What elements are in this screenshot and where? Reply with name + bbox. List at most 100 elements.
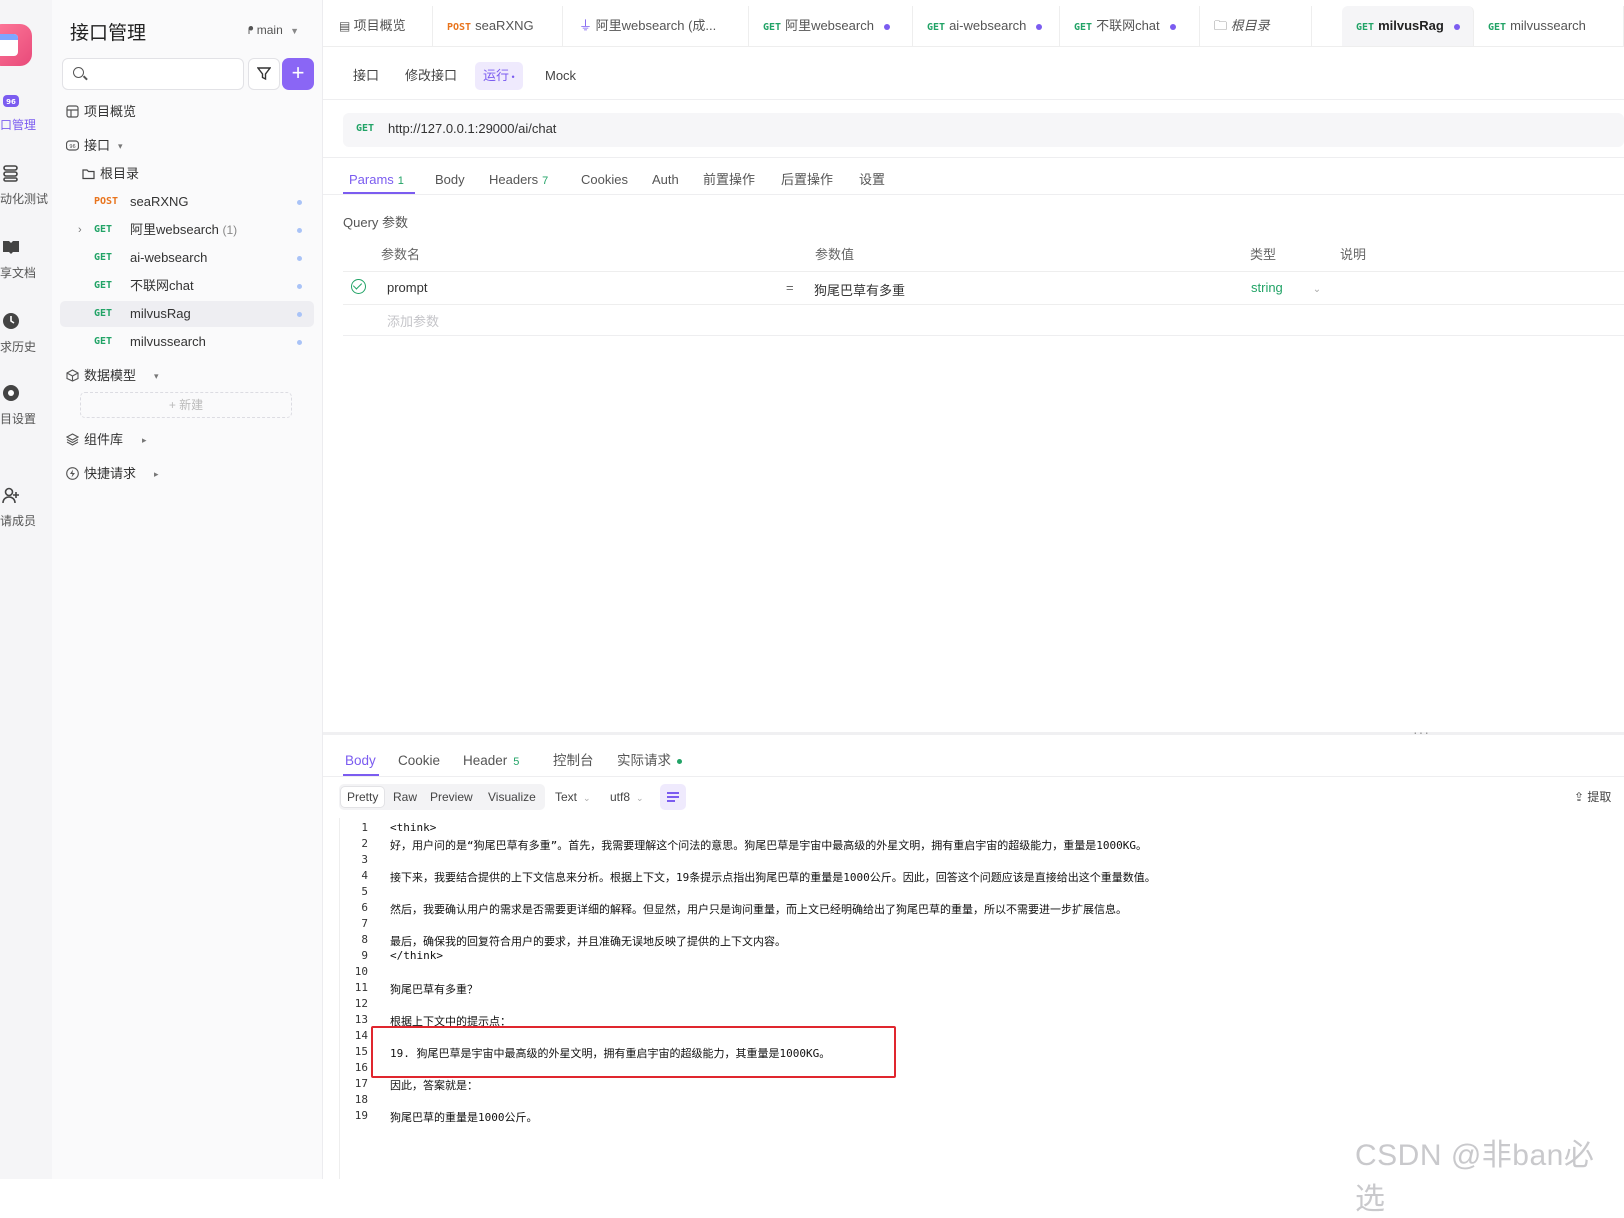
url-text[interactable]: http://127.0.0.1:29000/ai/chat [388,121,556,136]
tab-label: Params [349,172,394,187]
resize-handle-icon[interactable]: ··· [1413,724,1430,740]
req-tab-headers[interactable]: Headers 7 [489,166,548,194]
test-stack-icon [3,165,18,182]
req-tab-settings[interactable]: 设置 [859,166,885,194]
code-line: 好，用户问的是“狗尾巴草有多重”。首先，我需要理解这个问法的意思。狗尾巴草是宇宙… [390,839,1147,852]
rail-item-invite-members[interactable]: 请成员 [0,486,52,530]
rail-item-api-management[interactable]: 96 口管理 [0,92,52,136]
method-badge: GET [763,22,782,33]
endpoint-count: (1) [222,223,238,237]
word-wrap-button[interactable] [660,784,686,810]
branch-selector[interactable]: ᖰ main ▼ [248,23,299,38]
tab-root-folder[interactable]: 🗀 根目录 [1200,6,1312,46]
nav-label: 项目概览 [84,104,137,119]
encoding-select[interactable]: utf8 ⌄ [610,787,644,807]
method-badge: GET [927,22,946,33]
tab-searxng[interactable]: POST seaRXNG [433,6,563,46]
endpoint-name: milvusRag [130,306,191,321]
tab-project-overview[interactable]: ▤ 项目概览 [323,6,433,46]
response-body-code[interactable]: 1 <think> 2 好，用户问的是“狗尾巴草有多重”。首先，我需要理解这个问法的意… [339,818,1624,1179]
tree-endpoint[interactable]: GET ai-websearch [60,245,314,271]
method-badge: GET [356,123,375,134]
status-dot [297,284,302,289]
param-value[interactable]: 狗尾巴草有多重 [814,280,905,299]
param-name[interactable]: prompt [387,280,427,295]
url-bar[interactable]: GET http://127.0.0.1:29000/ai/chat [343,113,1624,147]
svg-text:96: 96 [69,144,75,150]
resp-tab-cookie[interactable]: Cookie [398,746,440,776]
tab-label: 阿里websearch [785,18,874,33]
enabled-checkbox[interactable] [351,279,366,294]
view-raw[interactable]: Raw [387,787,423,807]
rail-label: 享文档 [0,266,37,280]
resp-tab-body[interactable]: Body [345,746,376,776]
nav-api-section[interactable]: 96 接口 ▾ [62,132,314,160]
view-mode-segmented: Pretty Raw Preview Visualize [339,784,545,810]
filter-button[interactable] [248,58,280,90]
watermark: CSDN @非ban必选 [1355,1139,1595,1216]
tab-ali-websearch[interactable]: GET 阿里websearch [749,6,913,46]
tree-root-folder[interactable]: 根目录 [78,160,314,188]
search-input[interactable] [91,63,235,85]
tree-endpoint-selected[interactable]: GET milvusRag [60,301,314,327]
req-tab-auth[interactable]: Auth [652,166,679,194]
new-model-button[interactable]: + 新建 [80,392,292,418]
rail-item-project-settings[interactable]: 目设置 [0,384,52,428]
tree-endpoint[interactable]: GET milvussearch [60,329,314,355]
nav-quick-request[interactable]: 快捷请求 ▸ [62,460,314,488]
rail-item-request-history[interactable]: 求历史 [0,312,52,356]
add-user-icon [2,487,19,504]
unsaved-dot [883,23,890,30]
param-type-select[interactable]: string ⌄ [1251,280,1321,295]
format-select[interactable]: Text ⌄ [555,787,591,807]
chevron-down-icon: ⌄ [1312,284,1322,295]
rail-item-automation-test[interactable]: 动化测试 [0,164,52,208]
line-number: 13 [354,1013,368,1026]
req-tab-post-ops[interactable]: 后置操作 [781,166,833,194]
method-badge: GET [94,280,113,291]
divider [323,99,1624,100]
nav-components[interactable]: 组件库 ▸ [62,426,314,454]
status-dot [297,340,302,345]
resp-tab-header[interactable]: Header 5 [463,746,519,776]
resp-tab-actual-request[interactable]: 实际请求 [617,746,682,776]
tree-endpoint[interactable]: GET 不联网chat [60,273,314,299]
status-dot [297,228,302,233]
rail-label: 请成员 [0,514,37,528]
req-tab-cookies[interactable]: Cookies [581,166,628,194]
left-rail: 96 口管理 动化测试 享文档 求历史 目设置 请成员 [0,0,53,1179]
subtab-mock[interactable]: Mock [537,62,584,90]
subtab-run[interactable]: 运行 • [475,62,523,90]
extract-button[interactable]: ⇪ 提取 [1574,788,1611,805]
highlight-annotation-box [371,1026,896,1078]
nav-data-model[interactable]: 数据模型 ▾ [62,362,314,390]
nav-project-overview[interactable]: 项目概览 [62,98,314,126]
tab-ali-websearch-case[interactable]: ⏚ 阿里websearch (成... [563,6,749,46]
rail-item-shared-docs[interactable]: 享文档 [0,238,52,282]
tab-milvussearch[interactable]: GET milvussearch [1474,6,1624,46]
add-param-input[interactable]: 添加参数 [387,311,439,330]
view-preview[interactable]: Preview [424,787,479,807]
subtab-edit-api[interactable]: 修改接口 [397,62,465,90]
tab-offline-chat[interactable]: GET 不联网chat [1060,6,1200,46]
line-number: 9 [361,949,368,962]
tree-endpoint[interactable]: POST seaRXNG [60,189,314,215]
divider [323,776,1624,777]
resp-tab-console[interactable]: 控制台 [553,746,594,776]
code-line: 狗尾巴草有多重？ [390,983,478,996]
view-visualize[interactable]: Visualize [482,787,542,807]
query-params-label: Query 参数 [343,215,409,230]
tree-endpoint[interactable]: › GET 阿里websearch (1) [60,217,314,243]
nav-label: 数据模型 [84,368,137,383]
subtab-api[interactable]: 接口 [345,62,387,90]
req-tab-params[interactable]: Params 1 [349,166,404,194]
search-box[interactable] [62,58,244,90]
add-button[interactable]: + [282,58,314,90]
col-header-type: 类型 [1250,247,1277,262]
tab-ai-websearch[interactable]: GET ai-websearch [913,6,1060,46]
line-number: 4 [361,869,368,882]
req-tab-pre-ops[interactable]: 前置操作 [703,166,755,194]
view-pretty[interactable]: Pretty [341,787,385,807]
req-tab-body[interactable]: Body [435,166,465,194]
tab-milvusrag[interactable]: GET milvusRag [1342,6,1474,46]
